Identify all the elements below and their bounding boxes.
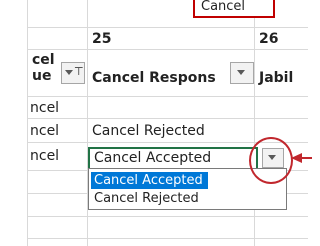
- cell-col24-row2[interactable]: ncel: [30, 123, 59, 139]
- column-number-26: 26: [259, 31, 279, 47]
- filter-button[interactable]: ⊤: [61, 62, 85, 84]
- cell-col25-row2[interactable]: Cancel Rejected: [92, 123, 205, 139]
- active-cell-value: Cancel Accepted: [94, 150, 212, 166]
- grid-line: [27, 216, 308, 217]
- chevron-down-icon: [65, 70, 73, 75]
- column-dropdown-button[interactable]: [230, 62, 254, 84]
- cancel-cell-highlight[interactable]: Cancel: [193, 0, 275, 18]
- grid-line: [27, 0, 28, 246]
- dropdown-option-rejected[interactable]: Cancel Rejected: [91, 190, 208, 207]
- cell-col24-row1[interactable]: ncel: [30, 100, 59, 116]
- chevron-down-icon: [237, 70, 245, 75]
- grid-line: [27, 238, 308, 239]
- dropdown-option-accepted[interactable]: Cancel Accepted: [91, 172, 208, 189]
- grid-line: [27, 27, 308, 28]
- grid-line: [27, 49, 308, 50]
- annotation-arrow-tail: [300, 157, 312, 159]
- cell-col24-row3[interactable]: ncel: [30, 148, 59, 164]
- column-25-header: Cancel Respons: [92, 70, 216, 86]
- column-26-header: Jabil: [259, 70, 294, 86]
- column-24-header-line2: ue: [32, 68, 52, 84]
- annotation-circle: [249, 137, 293, 184]
- grid-line: [27, 118, 308, 119]
- grid-line: [27, 96, 308, 97]
- column-number-25: 25: [92, 31, 112, 47]
- column-24-header-line1: cel: [32, 52, 55, 68]
- cancel-cell-label: Cancel: [201, 0, 246, 14]
- filter-icon: ⊤: [74, 65, 84, 78]
